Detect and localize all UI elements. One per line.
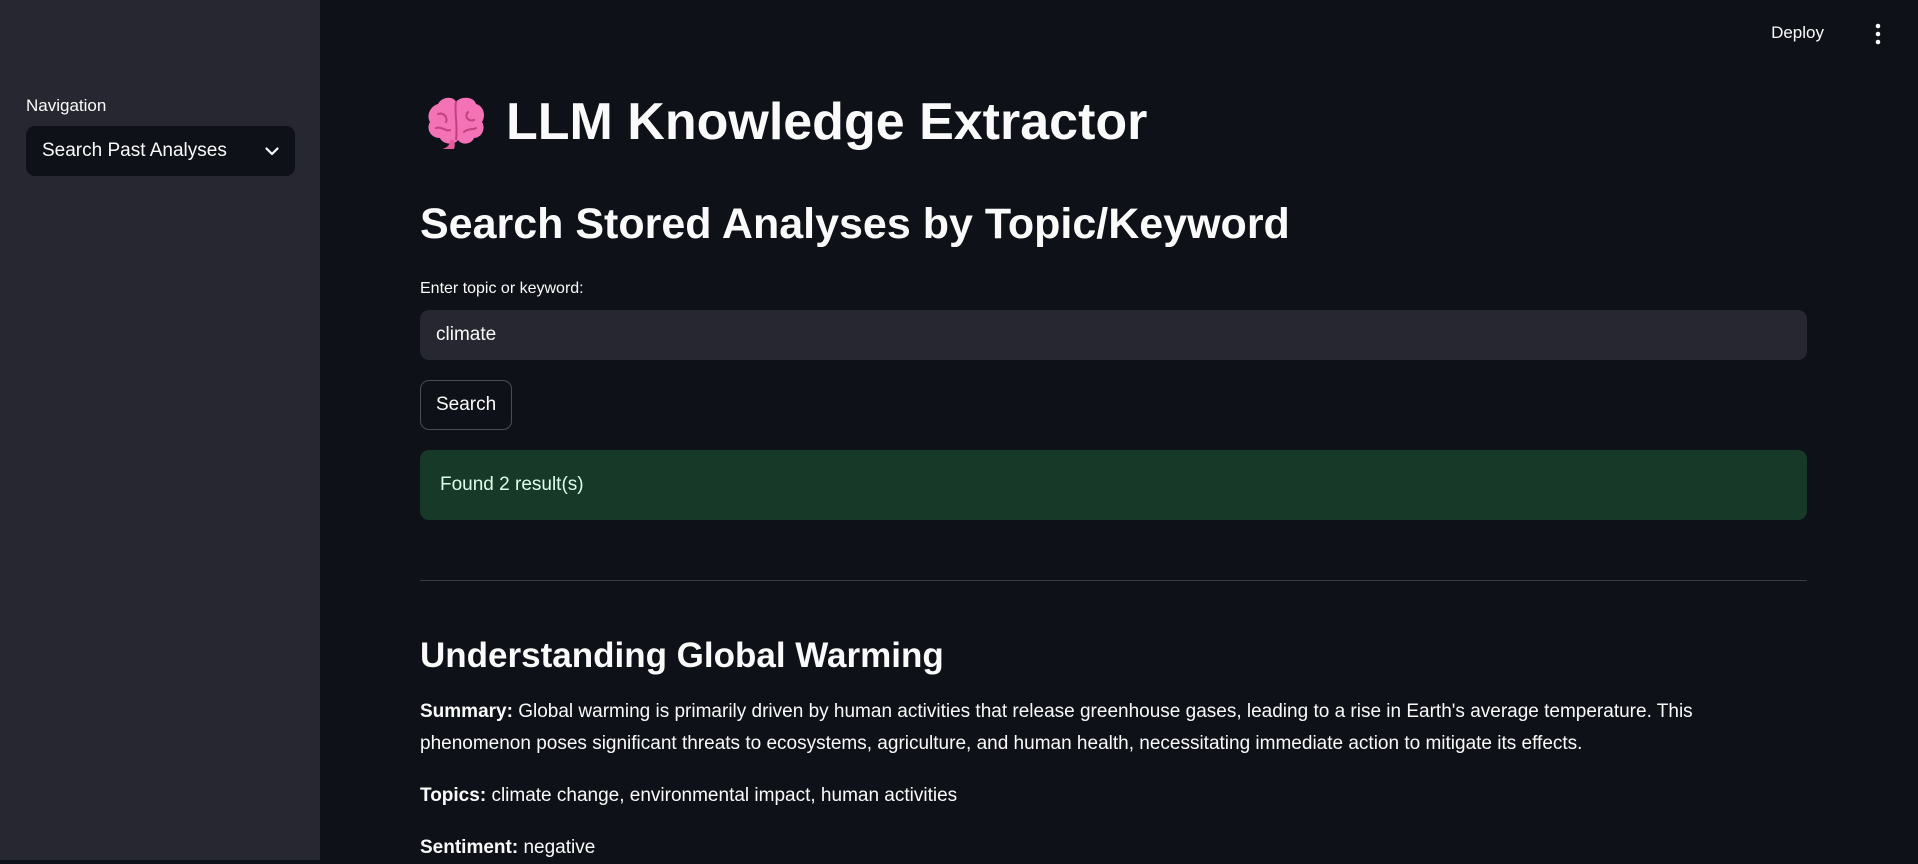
result-topics: Topics: climate change, environmental im…: [420, 780, 1807, 812]
deploy-button[interactable]: Deploy: [1771, 23, 1824, 43]
result-status-text: Found 2 result(s): [440, 474, 584, 495]
result-sentiment: Sentiment: negative: [420, 832, 1807, 864]
sentiment-text: negative: [523, 837, 596, 858]
divider: [420, 580, 1807, 581]
navigation-select[interactable]: Search Past Analyses: [26, 126, 295, 176]
result-summary: Summary: Global warming is primarily dri…: [420, 696, 1807, 760]
brain-icon: [424, 94, 488, 150]
topics-text: climate change, environmental impact, hu…: [491, 785, 958, 806]
navigation-label: Navigation: [26, 96, 107, 115]
search-input-label: Enter topic or keyword:: [420, 280, 584, 297]
app-title: LLM Knowledge Extractor: [420, 92, 1147, 152]
chevron-down-icon: [265, 146, 279, 156]
search-button[interactable]: Search: [420, 380, 513, 430]
vertical-dots-icon[interactable]: [1868, 23, 1888, 45]
result-title: Understanding Global Warming: [420, 636, 944, 675]
summary-label: Summary:: [420, 701, 513, 722]
topics-label: Topics:: [420, 785, 487, 806]
sentiment-label: Sentiment:: [420, 837, 519, 858]
summary-text: Global warming is primarily driven by hu…: [420, 701, 1693, 754]
navigation-select-value: Search Past Analyses: [42, 140, 227, 161]
app-title-text: LLM Knowledge Extractor: [506, 93, 1148, 151]
search-input[interactable]: [420, 310, 1807, 360]
sidebar: Navigation Search Past Analyses: [0, 0, 320, 860]
result-status-alert: Found 2 result(s): [420, 450, 1807, 520]
main-area: Deploy LLM Knowledge Extractor Search St…: [320, 0, 1918, 860]
section-title: Search Stored Analyses by Topic/Keyword: [420, 200, 1290, 248]
